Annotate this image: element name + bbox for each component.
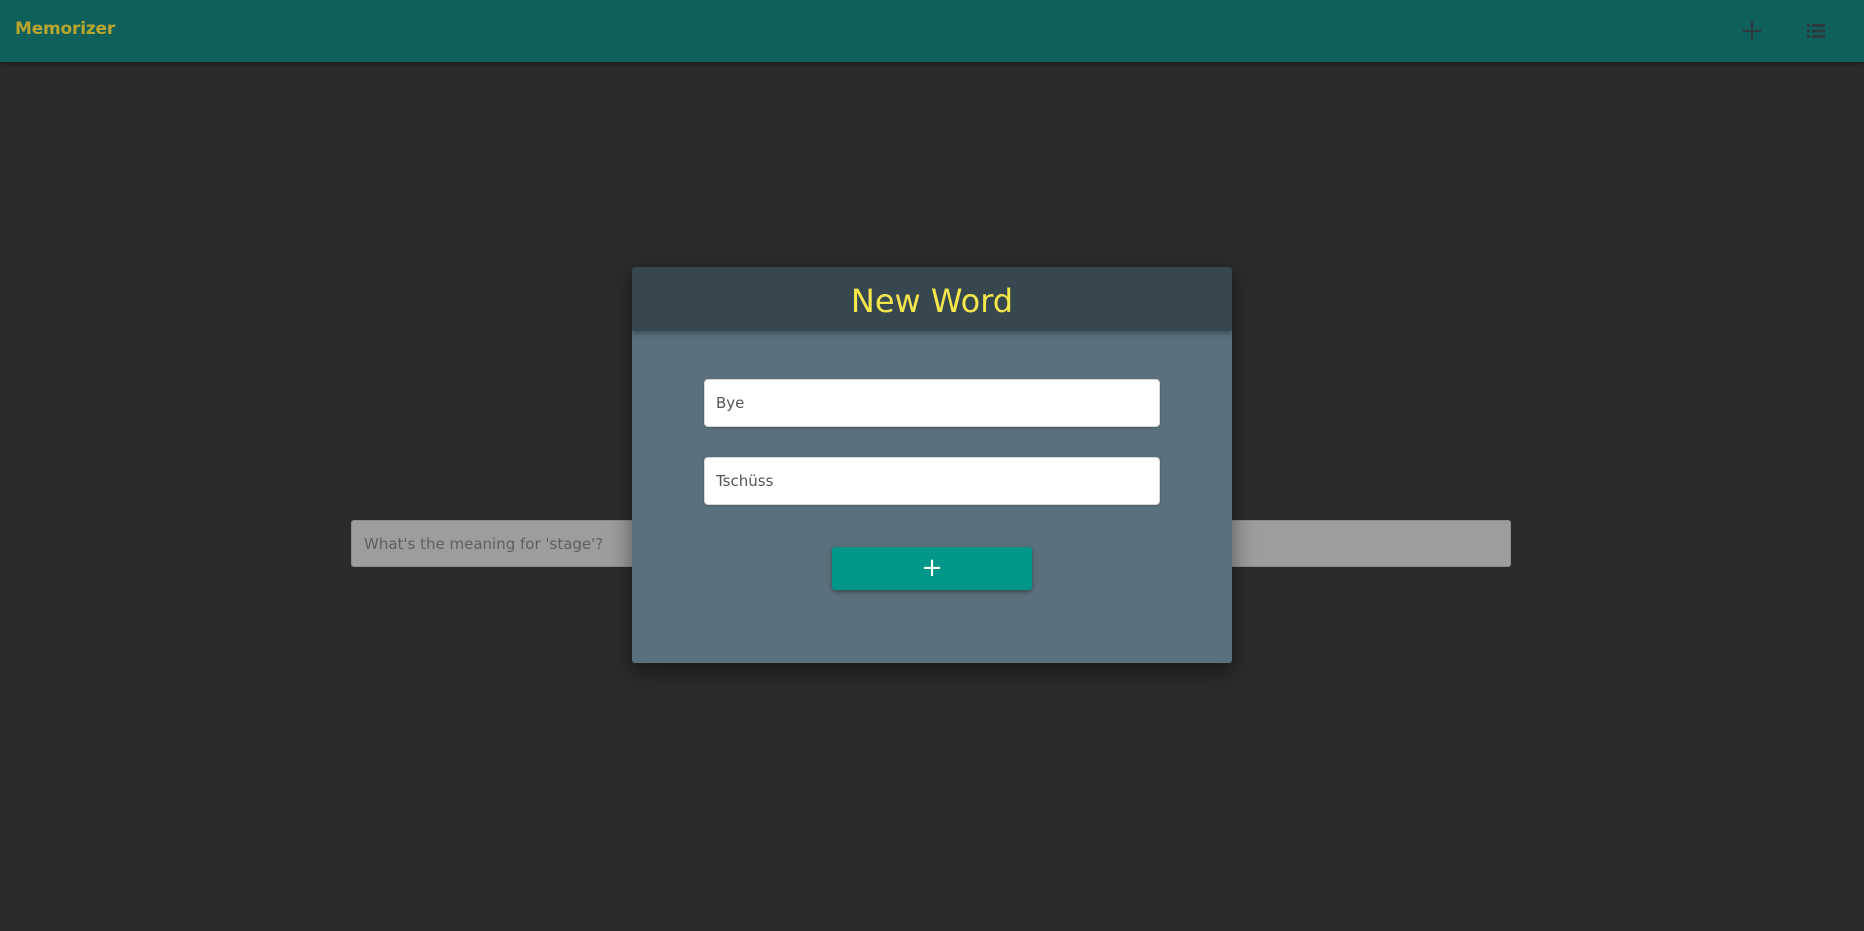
translation-input[interactable]: [704, 457, 1160, 505]
word-input[interactable]: [704, 379, 1160, 427]
dialog-header: New Word: [632, 267, 1232, 331]
add-word-button[interactable]: [1737, 16, 1767, 46]
app-bar: Memorizer: [0, 0, 1864, 62]
new-word-dialog: New Word +: [632, 267, 1232, 663]
dialog-title: New Word: [850, 282, 1014, 320]
add-button[interactable]: +: [832, 547, 1032, 590]
plus-icon: [1743, 22, 1761, 40]
list-icon: [1807, 24, 1825, 38]
app-title: Memorizer: [15, 19, 116, 39]
word-list-button[interactable]: [1801, 16, 1831, 46]
